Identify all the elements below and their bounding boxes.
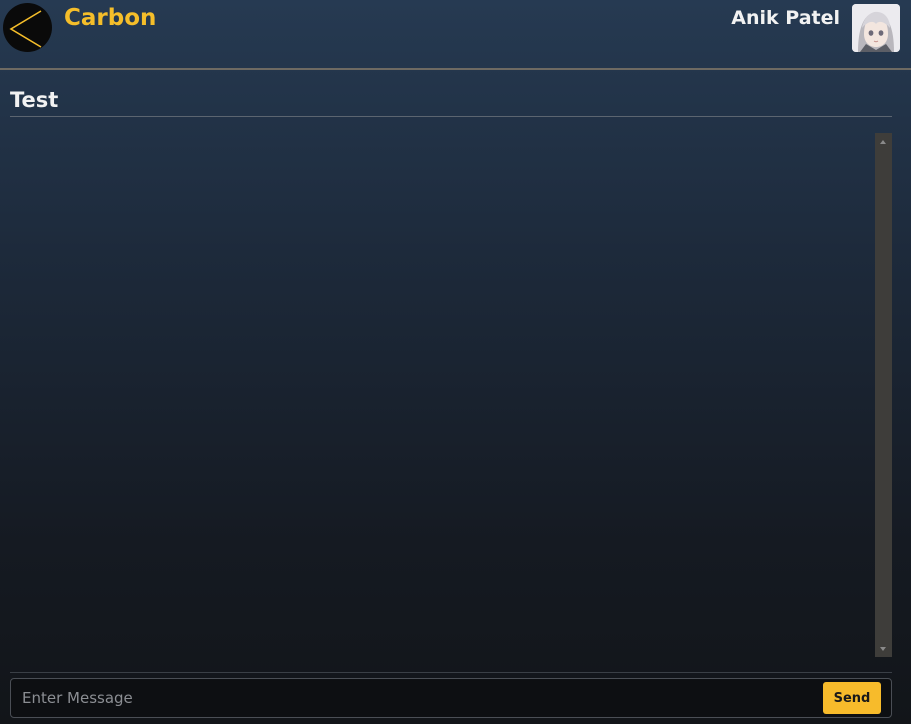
scrollbar[interactable] bbox=[875, 133, 892, 657]
avatar-icon bbox=[852, 4, 900, 52]
divider bbox=[10, 672, 892, 673]
divider bbox=[10, 116, 892, 117]
message-composer: Send bbox=[10, 678, 892, 718]
room-title: Test bbox=[10, 88, 59, 112]
avatar[interactable] bbox=[852, 4, 900, 52]
message-list bbox=[10, 133, 875, 657]
message-input[interactable] bbox=[11, 679, 816, 717]
user-name: Anik Patel bbox=[731, 7, 840, 29]
scroll-up-icon[interactable] bbox=[875, 133, 892, 150]
app-title: Carbon bbox=[64, 5, 157, 31]
chevron-left-icon bbox=[9, 10, 42, 48]
send-button[interactable]: Send bbox=[823, 682, 881, 714]
top-bar: Carbon Anik Patel bbox=[0, 0, 911, 70]
scroll-down-icon[interactable] bbox=[875, 640, 892, 657]
back-button[interactable] bbox=[3, 3, 52, 52]
